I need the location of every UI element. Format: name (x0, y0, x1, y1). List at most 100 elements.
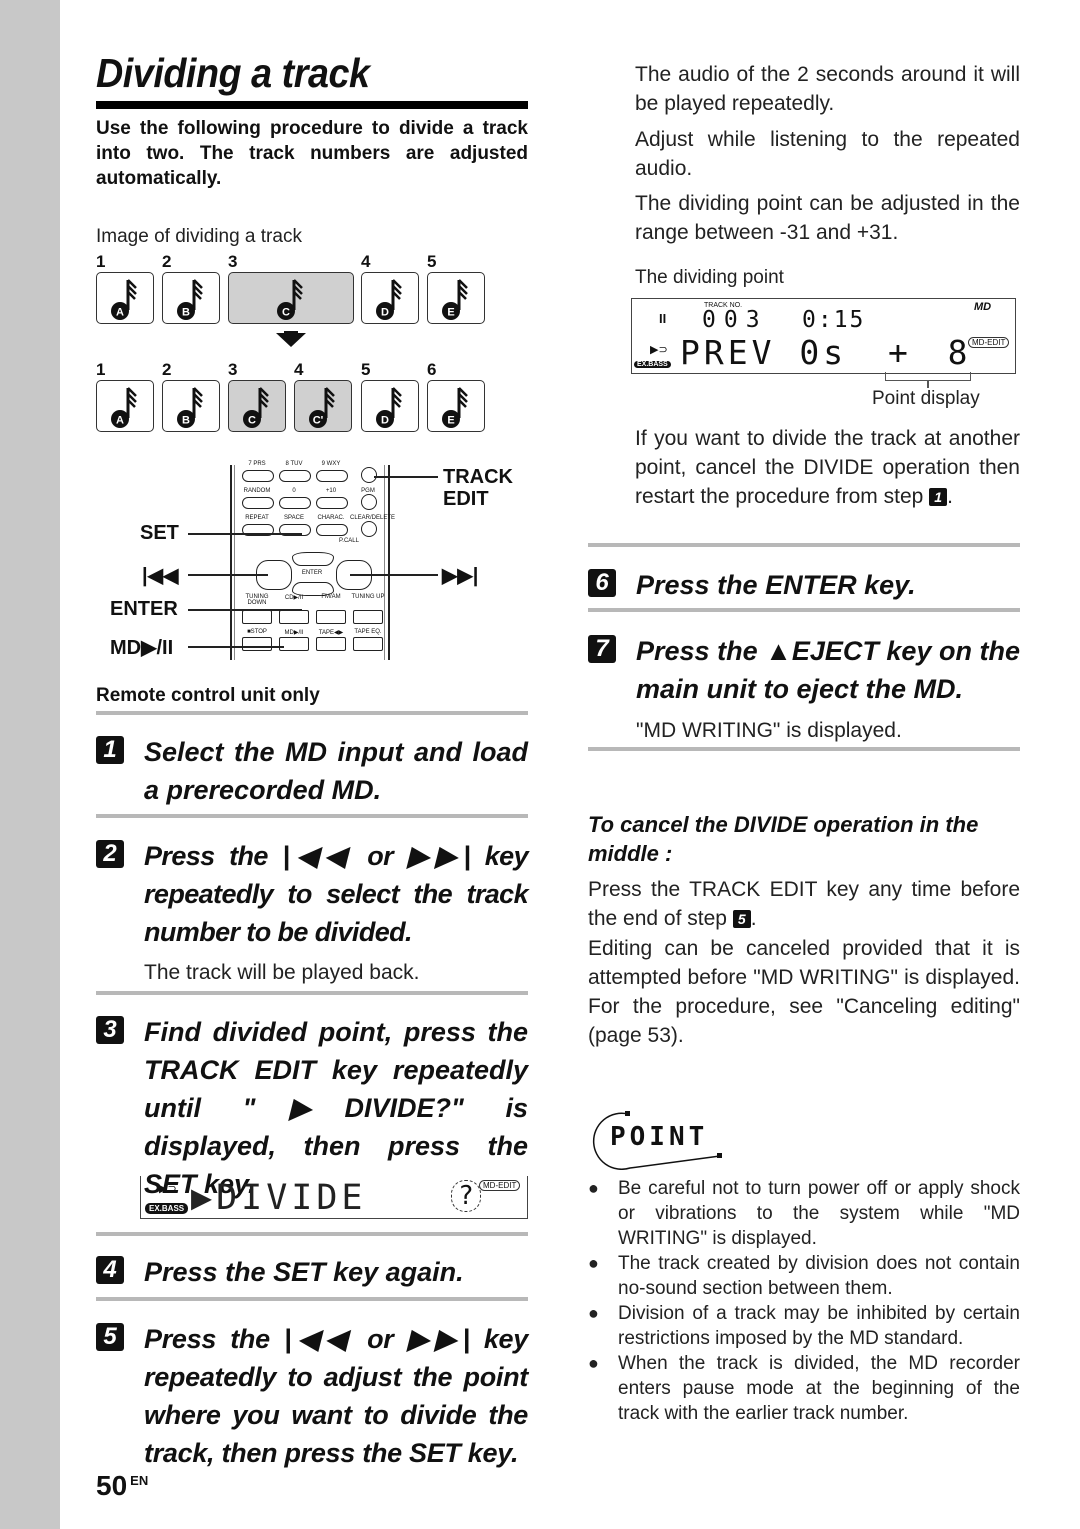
remote-key-label: RANDOM (243, 488, 271, 494)
point-display-label: Point display (872, 388, 980, 409)
track-number-label: 2 (162, 252, 172, 271)
remote-key[interactable] (353, 637, 383, 651)
remote-key[interactable] (279, 470, 311, 482)
svg-text:E: E (447, 307, 454, 319)
remote-key[interactable] (316, 610, 346, 624)
track-number: 003 (702, 307, 768, 333)
paragraph-range: The dividing point can be adjusted in th… (635, 192, 1020, 244)
bullet-dot-icon: ● (588, 1178, 599, 1198)
remote-key-label: 0 (292, 488, 296, 494)
remote-key[interactable] (242, 610, 272, 624)
track-number-label: 3 (228, 252, 238, 271)
music-note-icon: C (243, 387, 269, 428)
remote-key-label: 7 PRS (248, 461, 266, 467)
track-block: D (361, 272, 419, 324)
remote-key[interactable] (353, 610, 383, 624)
svg-text:E: E (447, 415, 454, 427)
step-6: 6 Press the ENTER key. (588, 566, 1020, 604)
md-play-label: MD▶/II (110, 637, 174, 659)
remote-key-label: TAPE EQ. (354, 629, 382, 635)
cancel-paragraph-1: Press the TRACK EDIT key any time before… (588, 878, 1020, 930)
prev-label: |◀◀ (142, 565, 179, 587)
svg-text:A: A (116, 415, 124, 427)
remote-key[interactable] (279, 497, 311, 509)
step-5: 5 Press the |◀◀ or ▶▶| key repeatedly to… (96, 1320, 528, 1472)
bullet-text: Division of a track may be inhibited by … (618, 1303, 1020, 1349)
divide-text: ▶DIVIDE (191, 1178, 367, 1218)
remote-key[interactable] (316, 524, 348, 536)
step-number-badge: 3 (96, 1016, 124, 1044)
remote-key-label: ENTER (301, 570, 323, 576)
music-note-icon: E (442, 387, 468, 428)
track-number-label: 5 (361, 360, 371, 379)
remote-key[interactable] (316, 470, 348, 482)
remote-key[interactable] (316, 637, 346, 651)
remote-key-label: +10 (325, 488, 337, 494)
remote-key-label: FM/AM (321, 594, 341, 600)
track-number-label: 5 (427, 252, 437, 271)
step-instruction: Press the ENTER key. (636, 570, 916, 600)
step-number-badge: 2 (96, 840, 124, 868)
cancel-paragraph-2: Editing can be canceled provided that it… (588, 937, 1020, 1047)
page-number: 50 EN (96, 1470, 149, 1501)
paragraph-adjust: Adjust while listening to the repeated a… (635, 128, 1020, 180)
svg-text:D: D (381, 307, 389, 319)
remote-key[interactable] (279, 610, 309, 624)
svg-text:C': C' (313, 415, 324, 427)
prev-text: PREV 0s (680, 333, 848, 372)
play-repeat-icon: ▶⊃ (159, 1183, 177, 1195)
step-number-badge: 6 (588, 569, 616, 597)
step-instruction: Press the |◀◀ or ▶▶| key repeatedly to a… (144, 1324, 528, 1468)
track-number-label: 1 (96, 360, 106, 379)
divider (96, 814, 528, 818)
set-label: SET (140, 522, 179, 544)
play-repeat-icon: ▶⊃ (650, 344, 668, 356)
remote-key[interactable] (279, 637, 309, 651)
remote-round-key[interactable] (361, 494, 377, 510)
point-bullet-list: ● Be careful not to turn power off or app… (588, 1176, 1020, 1426)
remote-key[interactable] (242, 470, 274, 482)
bullet-dot-icon: ● (588, 1303, 599, 1323)
remote-key[interactable] (316, 497, 348, 509)
music-note-icon: D (376, 279, 402, 320)
divider (588, 608, 1020, 612)
remote-round-key[interactable] (361, 521, 377, 537)
remote-key-label: TUNING UP (351, 594, 385, 600)
divider (96, 711, 528, 715)
divide-lcd-display: ▶⊃ EX.BASS ▶DIVIDE ? MD-EDIT (140, 1176, 528, 1219)
track-number-label: 4 (294, 360, 304, 379)
point-bullet: ● Be careful not to turn power off or app… (588, 1176, 1020, 1251)
track-number-label: 6 (427, 360, 437, 379)
track-number-label: 3 (228, 360, 238, 379)
track-number-label: 1 (96, 252, 106, 271)
remote-control-diagram: 7 PRS 8 TUV 9 WXY RANDOM 0 +10 PGM REPEAT SPACE C… (96, 460, 536, 670)
track-number-label: 2 (162, 360, 172, 379)
music-note-icon: B (177, 387, 203, 428)
track-number-label: 4 (361, 252, 371, 271)
step-ref-badge: 1 (929, 488, 948, 506)
remote-key-label: CHARAC. (317, 515, 345, 521)
remote-round-key[interactable] (361, 467, 377, 483)
track-block: E (427, 380, 485, 432)
remote-key[interactable] (242, 497, 274, 509)
music-note-icon: E (442, 279, 468, 320)
remote-key[interactable] (242, 637, 272, 651)
step-1: 1 Select the MD input and load a prereco… (96, 733, 528, 809)
down-arrow-stem (284, 331, 298, 336)
diagram-caption: Image of dividing a track (96, 226, 302, 247)
remote-key-label: TAPE◀▶ (318, 630, 344, 636)
point-logo: POINT (590, 1110, 730, 1171)
music-note-icon: A (111, 387, 137, 428)
page-margin-bar (0, 0, 60, 1529)
step-instruction: Press the SET key again. (144, 1257, 464, 1287)
point-bracket-stem (927, 380, 929, 388)
point-bullet: ● When the track is divided, the MD recor… (588, 1351, 1020, 1426)
music-note-icon: C (277, 279, 303, 320)
step-instruction: Press the |◀◀ or ▶▶| key repeatedly to s… (144, 841, 529, 947)
remote-key-label: REPEAT (245, 515, 269, 521)
remote-set-key[interactable] (292, 552, 334, 566)
step-number-badge: 7 (588, 635, 616, 663)
point-bullet: ● The track created by division does not … (588, 1251, 1020, 1301)
step-7: 7 Press the ▲EJECT key on the main unit … (588, 632, 1020, 708)
remote-key-label: P.CALL (339, 538, 359, 544)
